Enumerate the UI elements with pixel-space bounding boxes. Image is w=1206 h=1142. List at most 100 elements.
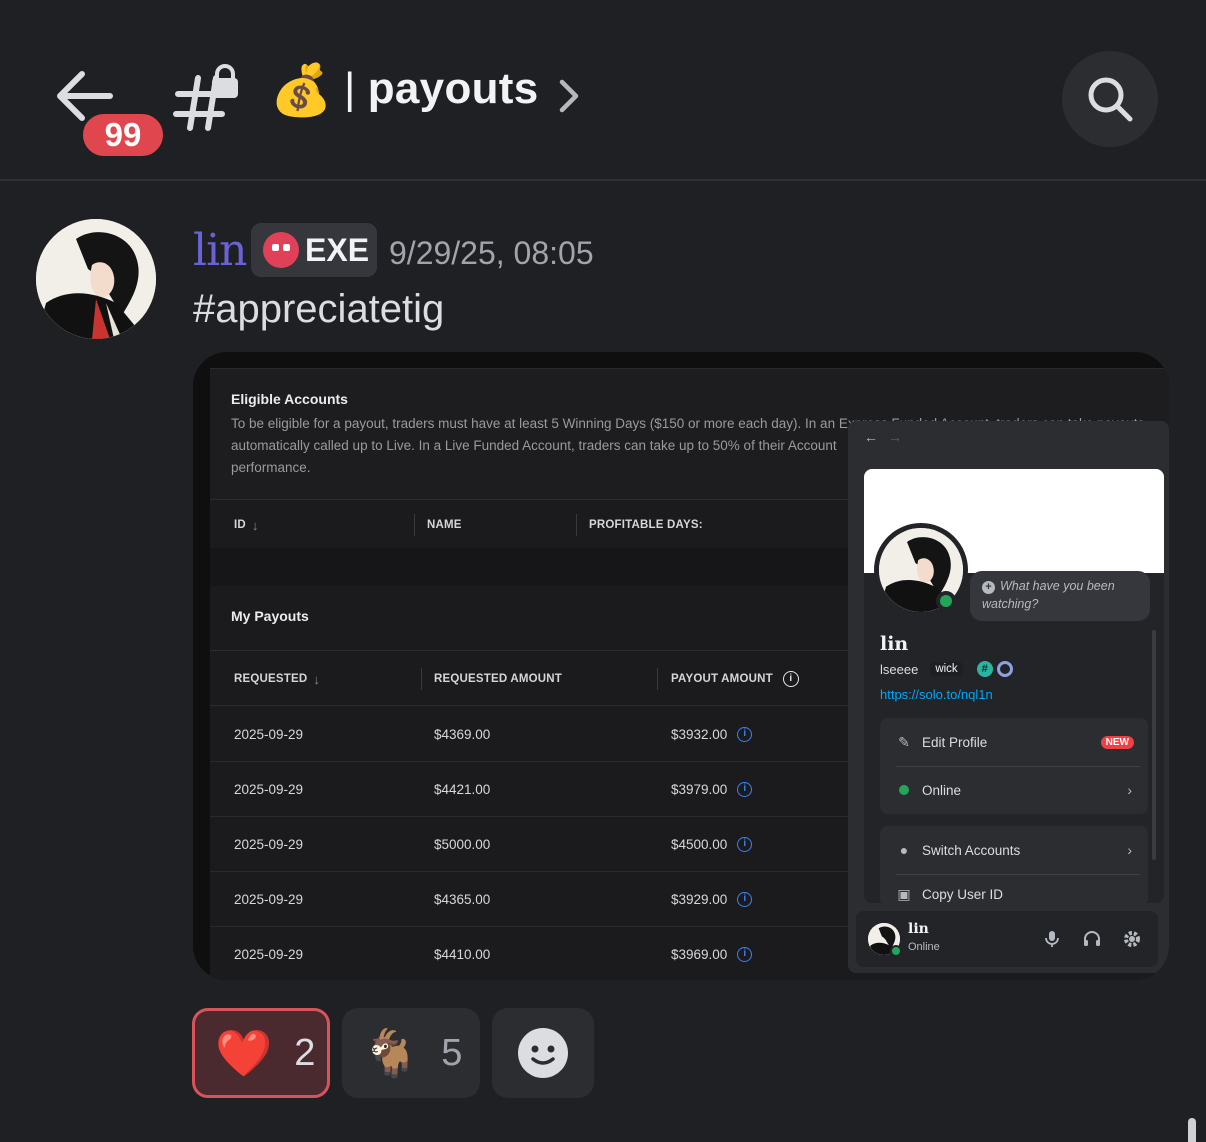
column-header-requested-amount[interactable]: REQUESTED AMOUNT (434, 651, 562, 707)
reaction-count: 2 (294, 1031, 316, 1074)
new-badge: NEW (1100, 735, 1134, 749)
info-icon[interactable]: i (737, 727, 753, 742)
pencil-icon: ✎ (898, 733, 910, 750)
profile-display-name: lin (880, 633, 909, 655)
copy-user-id-item[interactable]: ▣ Copy User ID (896, 870, 1136, 903)
status-prompt-line: watching? (982, 597, 1039, 611)
nitro-badge-icon (996, 661, 1013, 677)
sort-arrow-icon: ↓ (251, 517, 259, 533)
requested-amount: $5000.00 (434, 837, 491, 852)
unread-count-badge: 99 (80, 111, 166, 159)
column-header-id[interactable]: ID ↓ (234, 500, 259, 550)
nav-back-icon[interactable]: ← (864, 429, 878, 445)
user-profile-popout: ← → + What have you been watching? lin l… (848, 421, 1169, 973)
profile-username: lseeee (880, 661, 919, 677)
skull-icon (263, 232, 299, 268)
online-dot-icon (899, 785, 909, 795)
column-header-name[interactable]: NAME (427, 500, 462, 550)
edit-profile-item[interactable]: ✎ Edit Profile NEW (896, 718, 1136, 766)
payout-amount: $3969.00 (671, 947, 728, 962)
reaction-count: 5 (441, 1031, 463, 1074)
info-icon[interactable]: i (737, 947, 753, 962)
column-divider (657, 668, 658, 690)
payout-amount-cell: $3932.00 i (671, 707, 753, 762)
image-attachment[interactable]: Eligible Accounts To be eligible for a p… (193, 352, 1169, 980)
heart-emoji: ❤️ (215, 1026, 273, 1079)
chevron-right-icon: › (1127, 842, 1132, 858)
clan-tag-label: EXE (305, 231, 370, 268)
requested-date: 2025-09-29 (234, 727, 304, 742)
popout-scrollbar[interactable] (1152, 630, 1156, 860)
search-icon (1088, 77, 1133, 122)
payout-amount: $3932.00 (671, 727, 728, 742)
profile-link[interactable]: https://solo.to/nql1n (880, 687, 993, 702)
payout-amount-cell: $3969.00 i (671, 927, 753, 980)
goat-emoji: 🐐 (362, 1026, 420, 1079)
menu-label: Online (922, 782, 962, 798)
menu-label: Switch Accounts (922, 842, 1021, 858)
status-bubble[interactable]: + What have you been watching? (970, 571, 1150, 621)
profile-menu-group: ✎ Edit Profile NEW Online › (880, 718, 1148, 814)
requested-date: 2025-09-29 (234, 892, 304, 907)
payout-amount: $4500.00 (671, 837, 728, 852)
money-bag-emoji: 💰 (270, 62, 333, 118)
reaction-heart[interactable]: ❤️ 2 (192, 1008, 330, 1098)
clan-tag[interactable]: EXE (251, 223, 377, 277)
server-tag-chip[interactable]: wick (930, 662, 963, 676)
column-divider (421, 668, 422, 690)
info-icon[interactable]: i (737, 782, 753, 797)
main-scrollbar[interactable] (1188, 1118, 1196, 1142)
smiley-icon (518, 1028, 568, 1078)
channel-name: payouts (367, 64, 539, 113)
payout-amount-cell: $3979.00 i (671, 762, 753, 817)
sort-arrow-icon: ↓ (313, 671, 321, 687)
user-panel-status: Online (908, 941, 940, 953)
user-panel-name: lin (908, 921, 929, 937)
column-header-profitable-days[interactable]: PROFITABLE DAYS: (589, 500, 703, 550)
channel-separator: | (344, 64, 356, 113)
profile-card: + What have you been watching? lin lseeee… (864, 469, 1164, 903)
channel-title[interactable]: | payouts (344, 64, 539, 114)
search-button[interactable] (1062, 51, 1158, 147)
requested-amount: $4365.00 (434, 892, 491, 907)
menu-label: Copy User ID (922, 886, 1004, 902)
column-header-requested[interactable]: REQUESTED ↓ (234, 651, 320, 707)
eligible-accounts-title: Eligible Accounts (231, 391, 348, 407)
menu-label: Edit Profile (922, 734, 988, 750)
payout-amount: $3979.00 (671, 782, 728, 797)
info-icon[interactable]: i (737, 837, 753, 852)
switch-accounts-item[interactable]: ● Switch Accounts › (896, 826, 1136, 874)
headphones-icon[interactable] (1082, 929, 1102, 949)
add-status-icon: + (982, 581, 995, 594)
requested-amount: $4369.00 (434, 727, 491, 742)
author-avatar[interactable] (36, 219, 156, 339)
column-label: REQUESTED (234, 673, 308, 685)
add-reaction-button[interactable] (492, 1008, 594, 1098)
requested-date: 2025-09-29 (234, 947, 304, 962)
my-payouts-title: My Payouts (231, 608, 309, 624)
history-nav: ← → (864, 429, 912, 445)
reaction-goat[interactable]: 🐐 5 (342, 1008, 480, 1098)
message-text: #appreciatetig (193, 287, 445, 331)
chevron-right-icon: › (1127, 782, 1132, 798)
hashtag-badge-icon: # (976, 661, 993, 677)
chevron-right-icon[interactable] (556, 78, 582, 114)
payout-amount-cell: $3929.00 i (671, 872, 753, 927)
account-circle-icon: ● (899, 842, 909, 858)
microphone-icon[interactable] (1042, 929, 1062, 949)
requested-amount: $4410.00 (434, 947, 491, 962)
requested-date: 2025-09-29 (234, 782, 304, 797)
column-divider (576, 514, 577, 536)
nav-forward-icon[interactable]: → (888, 429, 902, 445)
column-header-payout-amount[interactable]: PAYOUT AMOUNT i (671, 651, 799, 707)
id-card-icon: ▣ (897, 885, 911, 902)
reactions-bar: ❤️ 2 🐐 5 (192, 1004, 612, 1104)
author-name[interactable]: lin (193, 225, 247, 276)
online-status-item[interactable]: Online › (896, 766, 1136, 814)
profile-handle-row: lseeee wick # (880, 661, 1013, 677)
payout-amount: $3929.00 (671, 892, 728, 907)
info-icon[interactable]: i (782, 671, 799, 687)
settings-gear-icon[interactable] (1122, 929, 1142, 949)
info-icon[interactable]: i (737, 892, 753, 907)
column-label: ID (234, 519, 246, 531)
